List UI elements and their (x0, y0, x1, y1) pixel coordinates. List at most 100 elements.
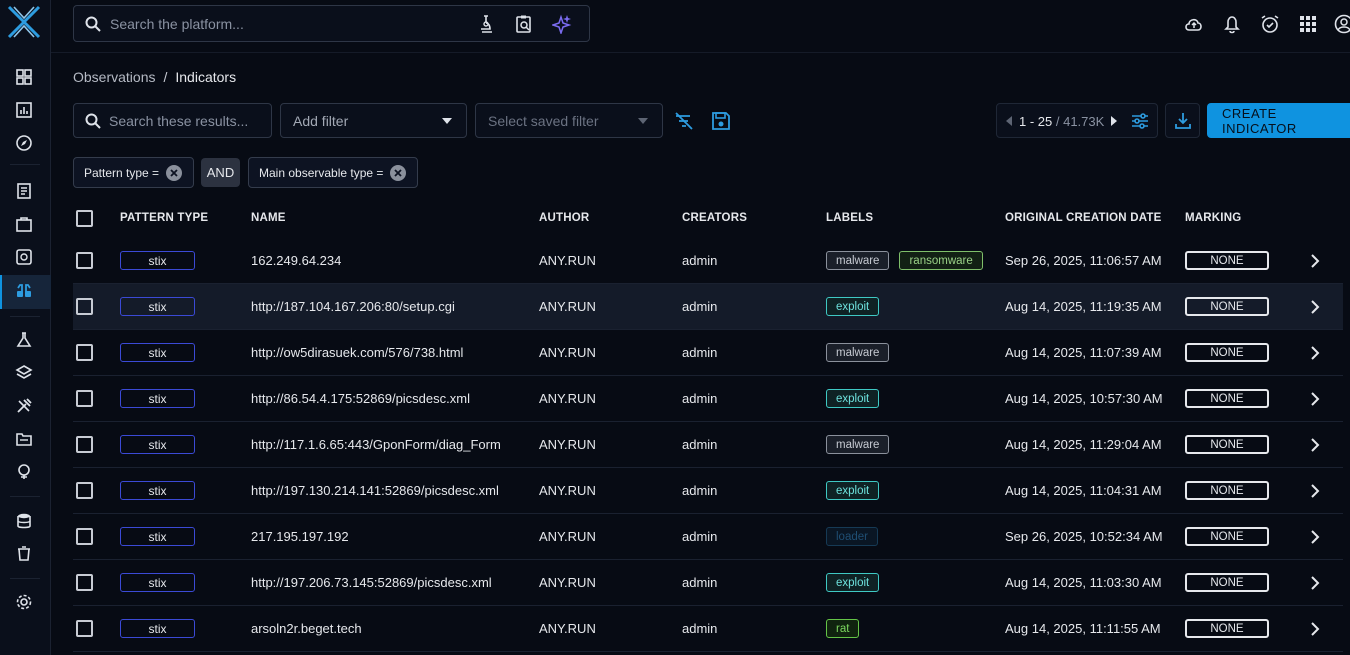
column-header-pattern-type[interactable]: PATTERN TYPE (120, 212, 208, 224)
close-circle-icon[interactable] (165, 164, 183, 182)
table-row[interactable]: stix http://ow5dirasuek.com/576/738.html… (73, 330, 1343, 376)
indicator-name: 217.195.197.192 (251, 529, 349, 544)
creation-date: Sep 26, 2025, 11:06:57 AM (1005, 253, 1162, 268)
marking-badge: NONE (1185, 481, 1269, 500)
author: ANY.RUN (539, 299, 596, 314)
labels-cell: malware (826, 343, 890, 362)
table-row[interactable]: stix http://187.104.167.206:80/setup.cgi… (73, 284, 1343, 330)
indicator-name: http://86.54.4.175:52869/picsdesc.xml (251, 391, 470, 406)
indicator-name: http://197.206.73.145:52869/picsdesc.xml (251, 575, 492, 590)
author: ANY.RUN (539, 437, 596, 452)
compass-icon[interactable] (14, 133, 34, 153)
chevron-right-icon[interactable] (1308, 389, 1322, 409)
results-search-box[interactable] (73, 103, 272, 138)
filter-chip-pattern-type[interactable]: Pattern type = (73, 157, 195, 188)
table-row[interactable]: stix 162.249.64.234 ANY.RUN admin malwar… (73, 238, 1343, 284)
microscope-icon[interactable] (476, 14, 496, 34)
select-all-checkbox[interactable] (76, 210, 93, 227)
entities-folder-icon[interactable] (14, 429, 34, 449)
row-checkbox[interactable] (76, 574, 93, 591)
column-header-name[interactable]: NAME (251, 212, 286, 224)
analytics-icon[interactable] (14, 100, 34, 120)
row-checkbox[interactable] (76, 390, 93, 407)
table-row[interactable]: stix http://197.130.214.141:52869/picsde… (73, 468, 1343, 514)
next-page-icon[interactable] (1109, 115, 1119, 127)
account-icon[interactable] (1333, 13, 1350, 35)
cloud-upload-icon[interactable] (1183, 13, 1205, 35)
row-checkbox[interactable] (76, 436, 93, 453)
row-checkbox[interactable] (76, 482, 93, 499)
filter-operator-and[interactable]: AND (201, 158, 240, 187)
add-filter-select[interactable]: Add filter (280, 103, 467, 138)
column-header-date[interactable]: ORIGINAL CREATION DATE (1005, 212, 1161, 224)
table-row[interactable]: stix http://86.54.4.175:52869/picsdesc.x… (73, 376, 1343, 422)
table-row[interactable]: stix http://117.1.6.65:443/GponForm/diag… (73, 422, 1343, 468)
techniques-tools-icon[interactable] (14, 396, 34, 416)
reports-icon[interactable] (14, 181, 34, 201)
row-checkbox[interactable] (76, 344, 93, 361)
threats-flask-icon[interactable] (14, 330, 34, 350)
locations-icon[interactable] (14, 462, 34, 482)
search-icon (85, 16, 101, 32)
column-header-labels[interactable]: LABELS (826, 212, 873, 224)
opencti-logo[interactable] (6, 4, 42, 40)
row-checkbox[interactable] (76, 528, 93, 545)
column-header-author[interactable]: AUTHOR (539, 212, 589, 224)
breadcrumb-observations-link[interactable]: Observations (73, 69, 155, 85)
chevron-right-icon[interactable] (1308, 573, 1322, 593)
indicator-name: http://117.1.6.65:443/GponForm/diag_Form (251, 437, 501, 452)
column-header-creators[interactable]: CREATORS (682, 212, 747, 224)
column-header-marking[interactable]: MARKING (1185, 212, 1241, 224)
saved-filter-select[interactable]: Select saved filter (475, 103, 663, 138)
creator: admin (682, 299, 718, 314)
chevron-right-icon[interactable] (1308, 297, 1322, 317)
data-database-icon[interactable] (14, 511, 34, 531)
chevron-right-icon[interactable] (1308, 343, 1322, 363)
marking-badge: NONE (1185, 435, 1269, 454)
labels-cell: rat (826, 619, 860, 638)
breadcrumb: Observations / Indicators (73, 69, 236, 85)
close-circle-icon[interactable] (389, 164, 407, 182)
label-tag: malware (826, 343, 890, 362)
table-row[interactable]: stix 217.195.197.192 ANY.RUN admin loade… (73, 514, 1343, 560)
marking-badge: NONE (1185, 619, 1269, 638)
row-checkbox[interactable] (76, 298, 93, 315)
events-icon[interactable] (14, 247, 34, 267)
save-icon[interactable] (710, 110, 732, 132)
arsenal-layers-icon[interactable] (14, 363, 34, 383)
trash-icon[interactable] (14, 543, 34, 563)
chevron-right-icon[interactable] (1308, 619, 1322, 639)
chevron-right-icon[interactable] (1308, 481, 1322, 501)
filter-chip-main-observable-type[interactable]: Main observable type = (248, 157, 419, 188)
marking-badge: NONE (1185, 389, 1269, 408)
label-tag: loader (826, 527, 878, 546)
chevron-right-icon[interactable] (1308, 527, 1322, 547)
global-search-box[interactable] (73, 5, 590, 42)
global-search-input[interactable] (110, 12, 470, 36)
row-checkbox[interactable] (76, 620, 93, 637)
observations-binoculars-icon[interactable] (14, 281, 34, 301)
row-checkbox[interactable] (76, 252, 93, 269)
bell-icon[interactable] (1221, 13, 1243, 35)
filter-chip-label: Pattern type = (84, 165, 160, 180)
chevron-right-icon[interactable] (1308, 251, 1322, 271)
filter-off-icon[interactable] (673, 110, 695, 132)
apps-grid-icon[interactable] (1297, 13, 1319, 35)
create-indicator-button[interactable]: CREATE INDICATOR (1207, 103, 1350, 138)
table-row[interactable]: stix http://197.206.73.145:52869/picsdes… (73, 560, 1343, 606)
cases-icon[interactable] (14, 214, 34, 234)
settings-sliders-icon[interactable] (1130, 111, 1150, 131)
label-tag: malware (826, 251, 890, 270)
settings-gear-icon[interactable] (14, 592, 34, 612)
table-row[interactable]: stix arsoln2r.beget.tech ANY.RUN admin r… (73, 606, 1343, 652)
previous-page-icon[interactable] (1004, 115, 1014, 127)
dashboard-icon[interactable] (14, 67, 34, 87)
download-button[interactable] (1165, 103, 1200, 138)
author: ANY.RUN (539, 483, 596, 498)
clipboard-search-icon[interactable] (514, 14, 534, 34)
results-search-input[interactable] (109, 110, 264, 132)
sparkle-icon[interactable] (552, 14, 572, 34)
alarm-check-icon[interactable] (1259, 13, 1281, 35)
chevron-right-icon[interactable] (1308, 435, 1322, 455)
label-tag: ransomware (899, 251, 983, 270)
